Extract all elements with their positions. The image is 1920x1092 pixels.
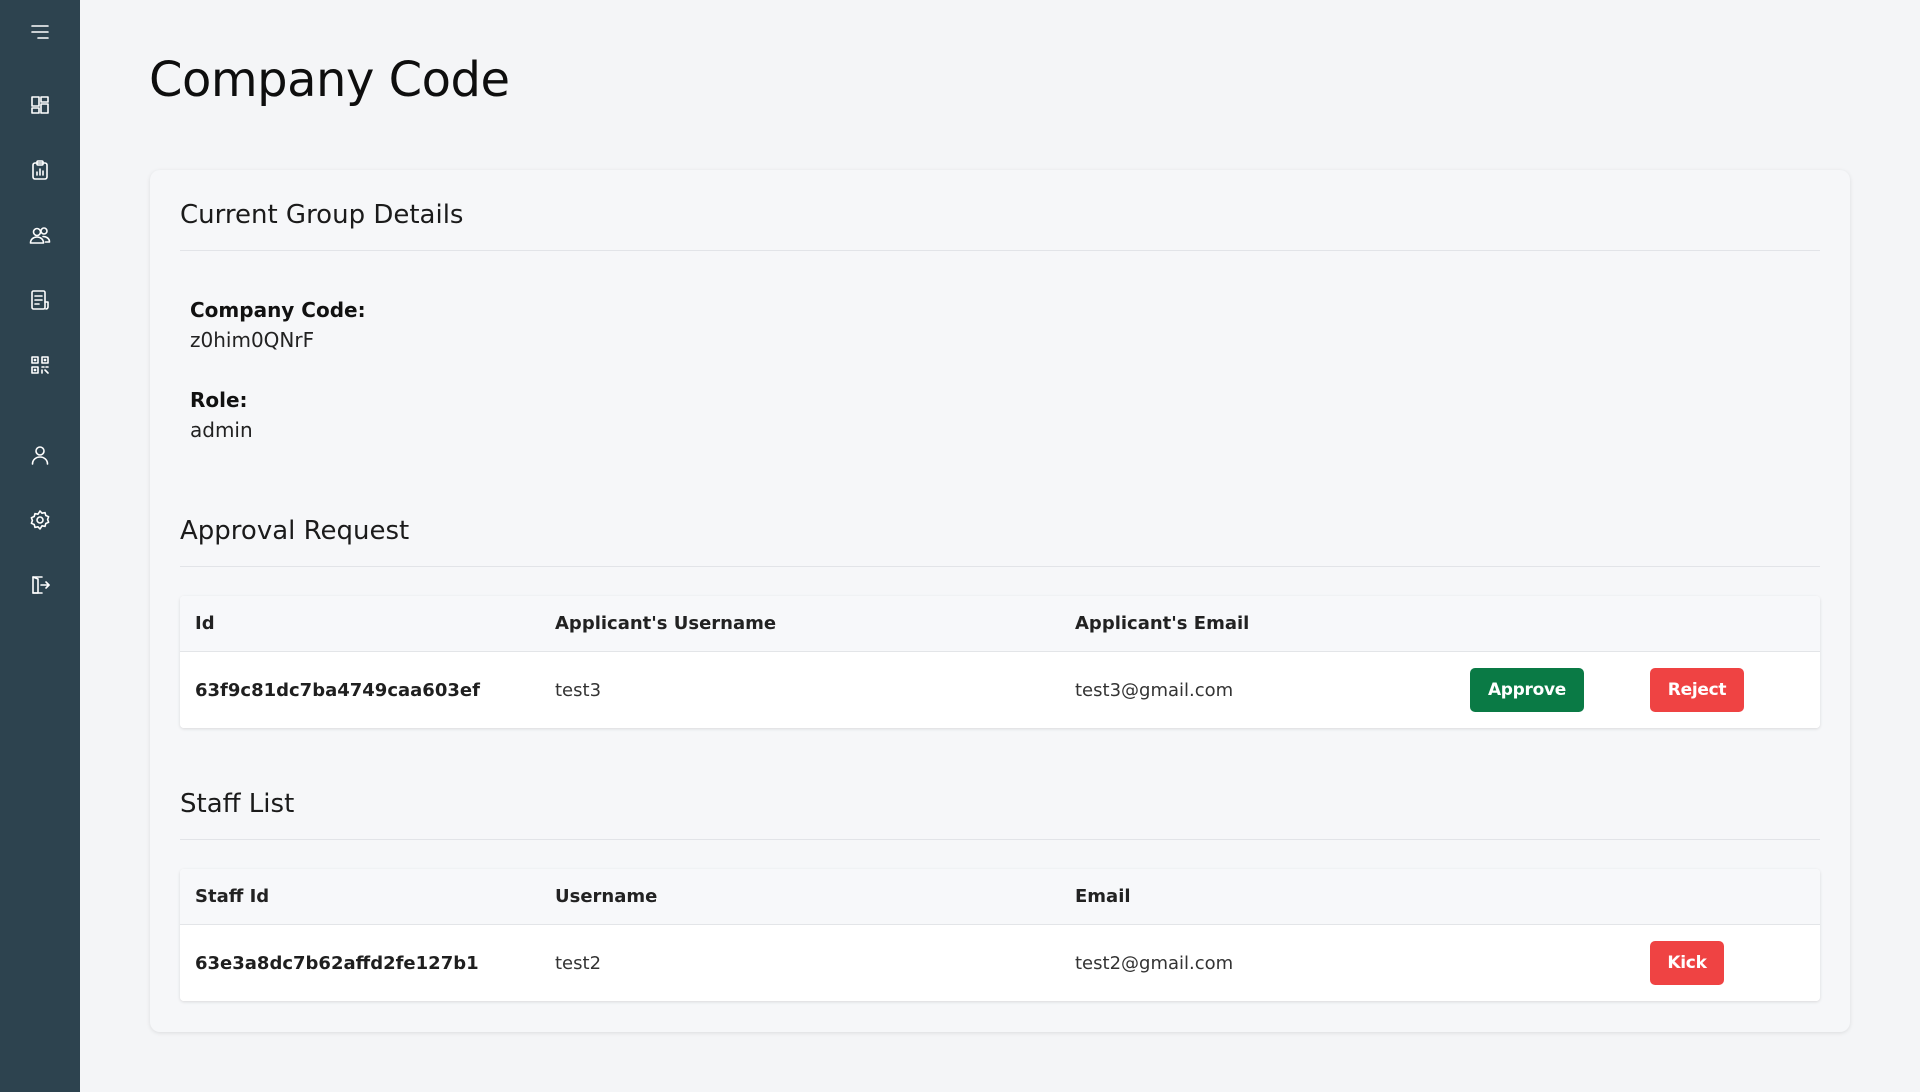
dashboard-icon <box>31 96 49 114</box>
sidebar-item-documents[interactable] <box>24 284 56 316</box>
table-row: 63f9c81dc7ba4749caa603ef test3 test3@gma… <box>180 652 1820 728</box>
approval-request-title: Approval Request <box>180 516 410 546</box>
sidebar-item-reports[interactable] <box>24 154 56 186</box>
role-value: admin <box>190 418 253 442</box>
header-id: Id <box>195 613 215 634</box>
settings-icon <box>30 510 50 530</box>
users-icon <box>29 227 51 244</box>
divider <box>180 566 1820 567</box>
logout-icon <box>32 576 50 594</box>
group-card: Current Group Details Company Code: z0hi… <box>150 170 1850 1032</box>
menu-icon <box>31 25 49 39</box>
menu-button[interactable] <box>24 16 56 48</box>
staff-email: test2@gmail.com <box>1075 952 1234 974</box>
approve-button[interactable]: Approve <box>1470 668 1584 712</box>
header-username: Username <box>555 886 658 907</box>
role-label: Role: <box>190 388 248 412</box>
applicant-email: test3@gmail.com <box>1075 679 1234 701</box>
approval-table: Id Applicant's Username Applicant's Emai… <box>180 596 1820 728</box>
company-code-label: Company Code: <box>190 298 366 322</box>
header-email: Email <box>1075 886 1131 907</box>
company-code-value: z0him0QNrF <box>190 328 315 352</box>
sidebar-item-dashboard[interactable] <box>24 89 56 121</box>
divider <box>180 250 1820 251</box>
sidebar-item-users[interactable] <box>24 219 56 251</box>
header-username: Applicant's Username <box>555 613 777 634</box>
sidebar-item-profile[interactable] <box>24 439 56 471</box>
kick-button[interactable]: Kick <box>1650 941 1724 985</box>
table-row: 63e3a8dc7b62affd2fe127b1 test2 test2@gma… <box>180 925 1820 1001</box>
page-title: Company Code <box>149 52 510 108</box>
sidebar-item-qr-code[interactable] <box>24 349 56 381</box>
applicant-username: test3 <box>555 679 602 701</box>
qr-code-icon <box>31 356 49 374</box>
user-icon <box>31 446 49 465</box>
group-details-title: Current Group Details <box>180 200 464 230</box>
staff-table: Staff Id Username Email 63e3a8dc7b62affd… <box>180 869 1820 1001</box>
header-staff-id: Staff Id <box>195 886 270 907</box>
reject-button[interactable]: Reject <box>1650 668 1744 712</box>
staff-username: test2 <box>555 952 602 974</box>
report-icon <box>31 290 49 310</box>
header-email: Applicant's Email <box>1075 613 1250 634</box>
sidebar <box>0 0 80 1092</box>
divider <box>180 839 1820 840</box>
table-header: Id Applicant's Username Applicant's Emai… <box>180 596 1820 652</box>
clipboard-chart-icon <box>32 160 48 180</box>
sidebar-item-logout[interactable] <box>24 569 56 601</box>
staff-id: 63e3a8dc7b62affd2fe127b1 <box>195 952 479 974</box>
sidebar-item-settings[interactable] <box>24 504 56 536</box>
staff-list-title: Staff List <box>180 789 295 819</box>
table-header: Staff Id Username Email <box>180 869 1820 925</box>
applicant-id: 63f9c81dc7ba4749caa603ef <box>195 679 480 701</box>
